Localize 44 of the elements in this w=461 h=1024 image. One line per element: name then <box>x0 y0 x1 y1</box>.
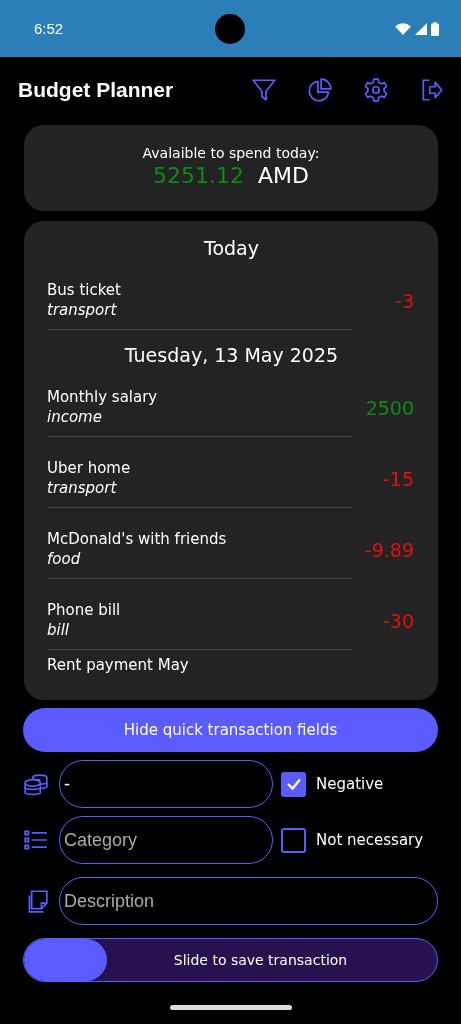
settings-icon[interactable] <box>363 77 389 103</box>
wifi-icon <box>395 22 411 35</box>
transaction-name: Rent payment May <box>47 656 190 674</box>
save-slider[interactable]: Slide to save transaction <box>23 938 438 982</box>
battery-icon <box>431 21 439 36</box>
checkbox[interactable] <box>281 827 306 853</box>
coins-icon <box>23 771 49 797</box>
transaction-amount: -9.89 <box>364 538 414 561</box>
checkbox[interactable] <box>281 771 306 797</box>
transaction-amount: -15 <box>382 467 414 490</box>
transaction-amount: 2500 <box>365 396 414 419</box>
date-heading: Tuesday, 13 May 2025 <box>123 344 340 366</box>
checkbox-label: Negative <box>316 775 384 793</box>
transaction-name: Bus ticket <box>47 281 122 299</box>
category-field[interactable]: Category <box>59 816 273 864</box>
date-heading: Today <box>203 237 260 259</box>
clock: 6:52 <box>34 20 64 37</box>
balance-label: Avalaible to spend today: <box>141 145 321 161</box>
slider-label: Slide to save transaction <box>173 952 348 968</box>
transaction-name: Uber home <box>47 459 132 477</box>
list-icon <box>23 827 49 853</box>
transaction-name: Phone bill <box>47 601 122 619</box>
transaction-category: bill <box>47 621 71 639</box>
transaction-category: transport <box>47 479 118 497</box>
filter-icon[interactable] <box>251 77 277 103</box>
transaction-category: food <box>47 550 82 568</box>
toggle-fields-button[interactable]: Hide quick transaction fields <box>23 708 438 752</box>
transaction-amount: -3 <box>395 289 414 312</box>
balance-amount: 5251.12 <box>153 163 244 188</box>
checkbox-label: Not necessary <box>316 831 424 849</box>
transaction-name: Monthly salary <box>47 388 159 406</box>
app-title: Budget Planner <box>18 78 174 102</box>
slider-thumb[interactable] <box>24 939 107 981</box>
transaction-amount: -30 <box>382 609 414 632</box>
transaction-category: transport <box>47 301 118 319</box>
transaction-category: income <box>47 408 103 426</box>
logout-icon[interactable] <box>419 77 445 103</box>
transaction-name: McDonald's with friends <box>47 530 228 548</box>
pie-chart-icon[interactable] <box>307 77 333 103</box>
currency: AMD <box>258 163 309 188</box>
camera-cutout <box>215 13 246 44</box>
amount-field[interactable]: - <box>59 760 273 808</box>
signal-icon <box>415 22 427 35</box>
description-field[interactable]: Description <box>59 877 438 925</box>
